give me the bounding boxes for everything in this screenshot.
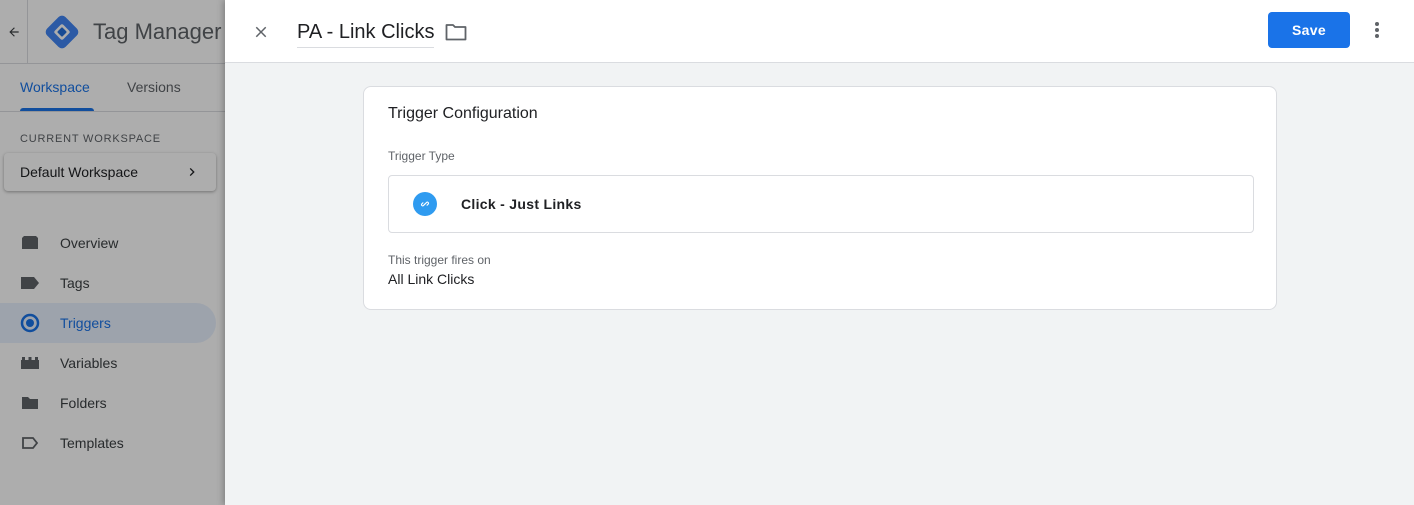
link-icon xyxy=(413,192,437,216)
folder-button[interactable] xyxy=(444,20,468,44)
close-icon xyxy=(255,26,267,38)
trigger-name-field[interactable]: PA - Link Clicks xyxy=(297,18,435,48)
folder-outline-icon xyxy=(445,24,467,41)
trigger-type-selector[interactable]: Click - Just Links xyxy=(388,175,1254,233)
trigger-configuration-card[interactable]: Trigger Configuration Trigger Type Click… xyxy=(363,86,1277,310)
more-options-button[interactable] xyxy=(1365,18,1389,42)
card-title: Trigger Configuration xyxy=(388,105,538,122)
fires-on-label: This trigger fires on xyxy=(388,253,491,267)
trigger-type-name: Click - Just Links xyxy=(461,196,582,212)
trigger-name: PA - Link Clicks xyxy=(297,21,435,43)
trigger-editor-sheet: PA - Link Clicks Save Trigger Configurat… xyxy=(225,0,1414,505)
editor-header: PA - Link Clicks Save xyxy=(225,0,1414,63)
close-button[interactable] xyxy=(247,18,275,46)
more-vert-icon xyxy=(1375,22,1379,38)
fires-on-value: All Link Clicks xyxy=(388,271,475,287)
background-scrim[interactable] xyxy=(0,0,225,505)
save-button[interactable]: Save xyxy=(1268,12,1350,48)
trigger-type-label: Trigger Type xyxy=(388,149,455,163)
